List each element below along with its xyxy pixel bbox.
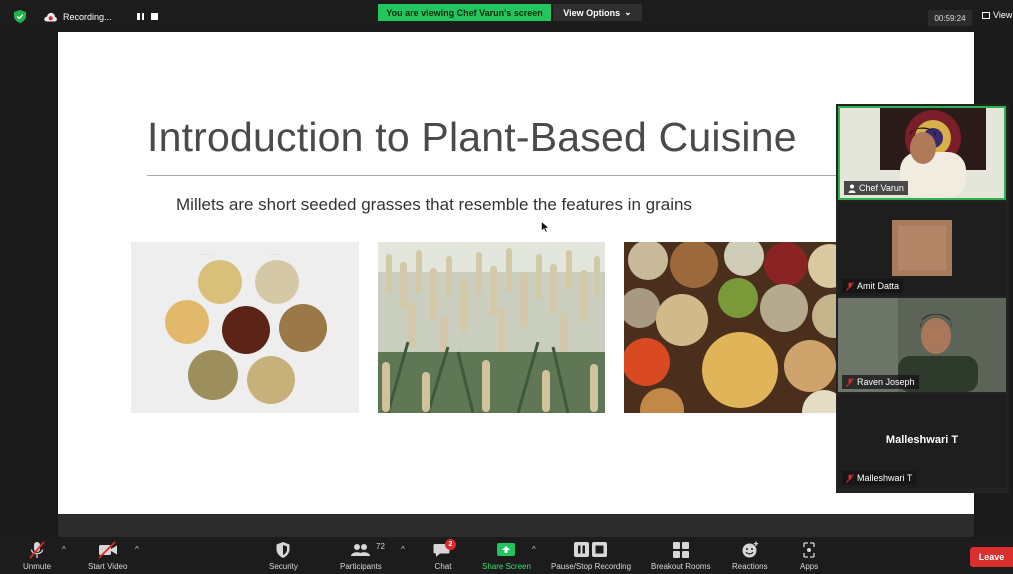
view-options-button[interactable]: View Options ⌄ xyxy=(553,4,642,21)
meeting-timer: 00:59:24 xyxy=(928,10,972,26)
video-tile-malleshwari-t[interactable]: Malleshwari T Malleshwari T xyxy=(838,394,1006,488)
share-options-caret[interactable]: ^ xyxy=(532,545,536,554)
svg-text:· · · ·: · · · · xyxy=(269,253,280,258)
cloud-recording-icon xyxy=(44,12,57,22)
participant-name: Chef Varun xyxy=(859,183,904,193)
participant-name: Raven Joseph xyxy=(857,377,915,387)
share-screen-label: Share Screen xyxy=(482,562,531,571)
recording-indicator: Recording... xyxy=(44,10,112,24)
millet-varieties-image: · · · · · · · · · xyxy=(131,242,359,413)
slide-subtitle: Millets are short seeded grasses that re… xyxy=(176,195,692,214)
share-screen-icon xyxy=(497,543,516,556)
view-layout-button[interactable]: View xyxy=(982,10,1012,20)
breakout-rooms-label: Breakout Rooms xyxy=(651,562,711,571)
participant-name: Amit Datta xyxy=(857,281,900,291)
leave-meeting-button[interactable]: Leave xyxy=(970,547,1013,567)
reactions-button[interactable]: Reactions xyxy=(732,541,768,571)
pause-recording-icon[interactable] xyxy=(137,13,144,20)
pearl-millet-field-image xyxy=(378,242,605,413)
stop-recording-icon[interactable] xyxy=(151,13,158,20)
apps-label: Apps xyxy=(800,562,819,571)
video-tile-chef-varun[interactable]: Chef Varun xyxy=(838,106,1006,200)
participants-label: Participants xyxy=(340,562,382,571)
share-screen-button[interactable]: Share Screen xyxy=(482,541,531,571)
chevron-down-icon: ⌄ xyxy=(624,7,632,17)
pause-stop-recording-label: Pause/Stop Recording xyxy=(551,562,632,571)
chat-button[interactable]: 2 Chat xyxy=(433,539,456,571)
apps-icon xyxy=(803,542,815,558)
slide-title: Introduction to Plant-Based Cuisine xyxy=(147,114,797,160)
breakout-rooms-button[interactable]: Breakout Rooms xyxy=(651,541,711,571)
breakout-rooms-icon xyxy=(672,542,689,558)
top-bar: Recording... You are viewing Chef Varun'… xyxy=(0,0,1013,30)
muted-mic-icon xyxy=(846,473,854,483)
video-tile-amit-datta[interactable]: Amit Datta xyxy=(838,202,1006,296)
chat-label: Chat xyxy=(434,562,452,571)
meeting-toolbar: Unmute ^ Start Video ^ Security Particip… xyxy=(0,537,1013,574)
apps-button[interactable]: Apps xyxy=(800,541,818,571)
security-button[interactable]: Security xyxy=(269,541,298,571)
recording-label: Recording... xyxy=(63,12,112,22)
chat-unread-badge: 2 xyxy=(445,539,456,550)
unmute-button[interactable]: Unmute xyxy=(23,541,51,571)
participant-display-name: Malleshwari T xyxy=(885,434,959,446)
participant-video-panel: Chef Varun Amit Datta Raven Joseph Malle… xyxy=(836,104,1009,493)
participant-name-tag: Amit Datta xyxy=(842,279,904,293)
participant-name-tag: Raven Joseph xyxy=(842,375,919,389)
participant-name: Malleshwari T xyxy=(857,473,913,483)
security-shield-icon xyxy=(276,542,290,558)
participants-options-caret[interactable]: ^ xyxy=(401,545,405,554)
participant-name-tag: Malleshwari T xyxy=(842,471,917,485)
pause-stop-recording-button[interactable]: Pause/Stop Recording xyxy=(551,541,631,571)
grains-in-bowls-image xyxy=(624,242,854,413)
participant-name-tag: Chef Varun xyxy=(844,181,908,195)
viewing-screen-banner: You are viewing Chef Varun's screen xyxy=(378,4,551,21)
muted-mic-icon xyxy=(846,281,854,291)
grid-view-icon xyxy=(982,11,990,19)
participants-count: 72 xyxy=(376,542,385,551)
host-icon xyxy=(848,184,856,193)
recording-controls xyxy=(137,13,158,20)
title-divider xyxy=(147,175,907,176)
video-camera-off-icon xyxy=(98,541,117,559)
slide-bottom-strip xyxy=(58,514,974,537)
video-options-caret[interactable]: ^ xyxy=(135,545,139,554)
mouse-pointer-icon xyxy=(541,221,550,233)
zoom-meeting-window: Recording... You are viewing Chef Varun'… xyxy=(0,0,1013,574)
reactions-label: Reactions xyxy=(732,562,768,571)
security-label: Security xyxy=(269,562,298,571)
unmute-label: Unmute xyxy=(23,562,52,571)
participants-icon xyxy=(350,544,370,556)
start-video-button[interactable]: Start Video xyxy=(88,541,127,571)
svg-text:· · · · ·: · · · · · xyxy=(201,253,215,258)
microphone-muted-icon xyxy=(29,541,45,559)
audio-options-caret[interactable]: ^ xyxy=(62,545,66,554)
video-tile-raven-joseph[interactable]: Raven Joseph xyxy=(838,298,1006,392)
pause-stop-recording-icon xyxy=(574,542,608,557)
start-video-label: Start Video xyxy=(88,562,128,571)
view-label: View xyxy=(993,10,1013,20)
view-options-label: View Options xyxy=(563,7,621,18)
reactions-smiley-icon xyxy=(742,541,758,558)
encryption-shield-icon[interactable] xyxy=(14,10,26,23)
muted-mic-icon xyxy=(846,377,854,387)
